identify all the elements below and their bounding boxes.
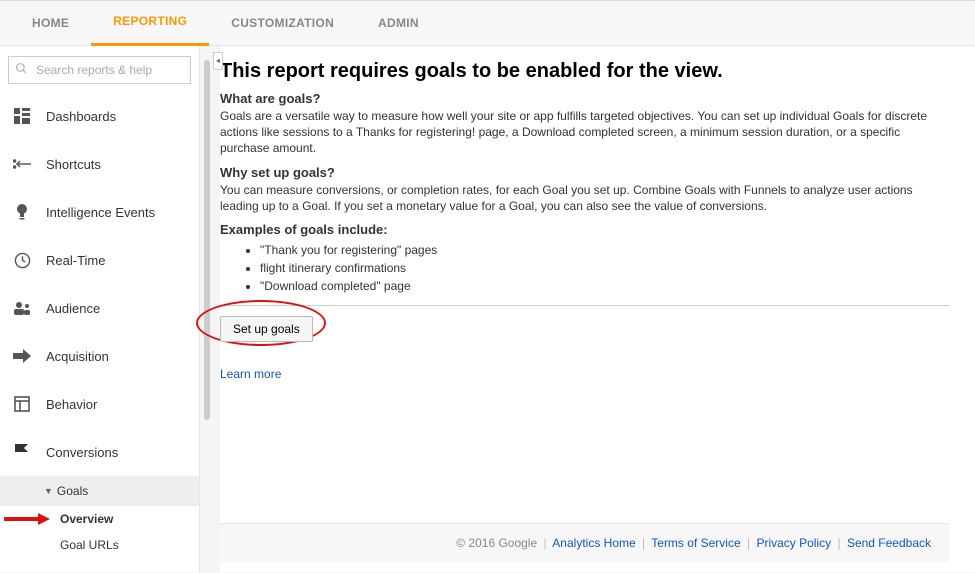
sidebar-item-behavior[interactable]: Behavior (0, 380, 199, 428)
sidebar-item-label: Acquisition (46, 349, 109, 364)
list-item: "Download completed" page (260, 277, 949, 295)
search-icon (15, 62, 28, 78)
sidebar-item-shortcuts[interactable]: Shortcuts (0, 140, 199, 188)
examples-list: "Thank you for registering" pages flight… (220, 241, 949, 295)
section-body-what: Goals are a versatile way to measure how… (220, 108, 949, 157)
section-heading-what: What are goals? (220, 91, 949, 106)
footer-link-terms[interactable]: Terms of Service (651, 536, 740, 550)
scroll-gutter (200, 46, 220, 572)
bulb-icon (12, 202, 32, 222)
flag-icon (12, 442, 32, 462)
acquisition-icon (12, 346, 32, 366)
behavior-icon (12, 394, 32, 414)
footer-link-analytics-home[interactable]: Analytics Home (552, 536, 635, 550)
sidebar-item-label: Goal URLs (60, 538, 119, 552)
search-input-wrap[interactable] (8, 56, 191, 84)
sidebar: Dashboards Shortcuts Intelligence Events… (0, 46, 200, 572)
tab-reporting[interactable]: REPORTING (91, 0, 209, 46)
sidebar-item-label: Goals (57, 484, 88, 498)
audience-icon (12, 298, 32, 318)
section-heading-why: Why set up goals? (220, 165, 949, 180)
sidebar-subsubitem-goal-urls[interactable]: Goal URLs (0, 532, 199, 558)
sidebar-item-label: Shortcuts (46, 157, 101, 172)
footer-link-feedback[interactable]: Send Feedback (847, 536, 931, 550)
learn-more-link[interactable]: Learn more (220, 367, 281, 381)
sidebar-collapse-handle[interactable]: ◂ (213, 52, 223, 70)
dashboard-icon (12, 106, 32, 126)
sidebar-subitem-goals[interactable]: ▼ Goals (0, 476, 199, 506)
sidebar-item-dashboards[interactable]: Dashboards (0, 92, 199, 140)
footer-link-privacy[interactable]: Privacy Policy (756, 536, 831, 550)
sidebar-item-label: Real-Time (46, 253, 105, 268)
report-panel: This report requires goals to be enabled… (220, 46, 975, 572)
tab-admin[interactable]: ADMIN (356, 0, 441, 46)
footer: © 2016 Google | Analytics Home | Terms o… (220, 523, 949, 562)
footer-copyright: © 2016 Google (456, 536, 537, 550)
sidebar-item-label: Dashboards (46, 109, 116, 124)
list-item: flight itinerary confirmations (260, 259, 949, 277)
sidebar-item-label: Behavior (46, 397, 97, 412)
sidebar-item-intelligence[interactable]: Intelligence Events (0, 188, 199, 236)
list-item: "Thank you for registering" pages (260, 241, 949, 259)
scrollbar[interactable] (204, 60, 210, 420)
sidebar-item-label: Overview (60, 512, 113, 526)
report-title: This report requires goals to be enabled… (220, 60, 949, 83)
sidebar-subsubitem-overview[interactable]: Overview (0, 506, 199, 532)
sidebar-item-label: Audience (46, 301, 100, 316)
tab-customization[interactable]: CUSTOMIZATION (209, 0, 356, 46)
sidebar-item-realtime[interactable]: Real-Time (0, 236, 199, 284)
section-heading-examples: Examples of goals include: (220, 222, 949, 237)
sidebar-item-label: Intelligence Events (46, 205, 155, 220)
sidebar-item-conversions[interactable]: Conversions (0, 428, 199, 476)
sidebar-item-acquisition[interactable]: Acquisition (0, 332, 199, 380)
sidebar-item-audience[interactable]: Audience (0, 284, 199, 332)
setup-goals-button[interactable]: Set up goals (220, 316, 313, 342)
shortcuts-icon (12, 154, 32, 174)
divider (220, 305, 949, 306)
section-body-why: You can measure conversions, or completi… (220, 182, 949, 214)
clock-icon (12, 250, 32, 270)
tab-home[interactable]: HOME (10, 0, 91, 46)
search-input[interactable] (34, 62, 184, 78)
top-nav: HOME REPORTING CUSTOMIZATION ADMIN (0, 0, 975, 46)
sidebar-item-label: Conversions (46, 445, 118, 460)
caret-down-icon: ▼ (44, 486, 53, 496)
